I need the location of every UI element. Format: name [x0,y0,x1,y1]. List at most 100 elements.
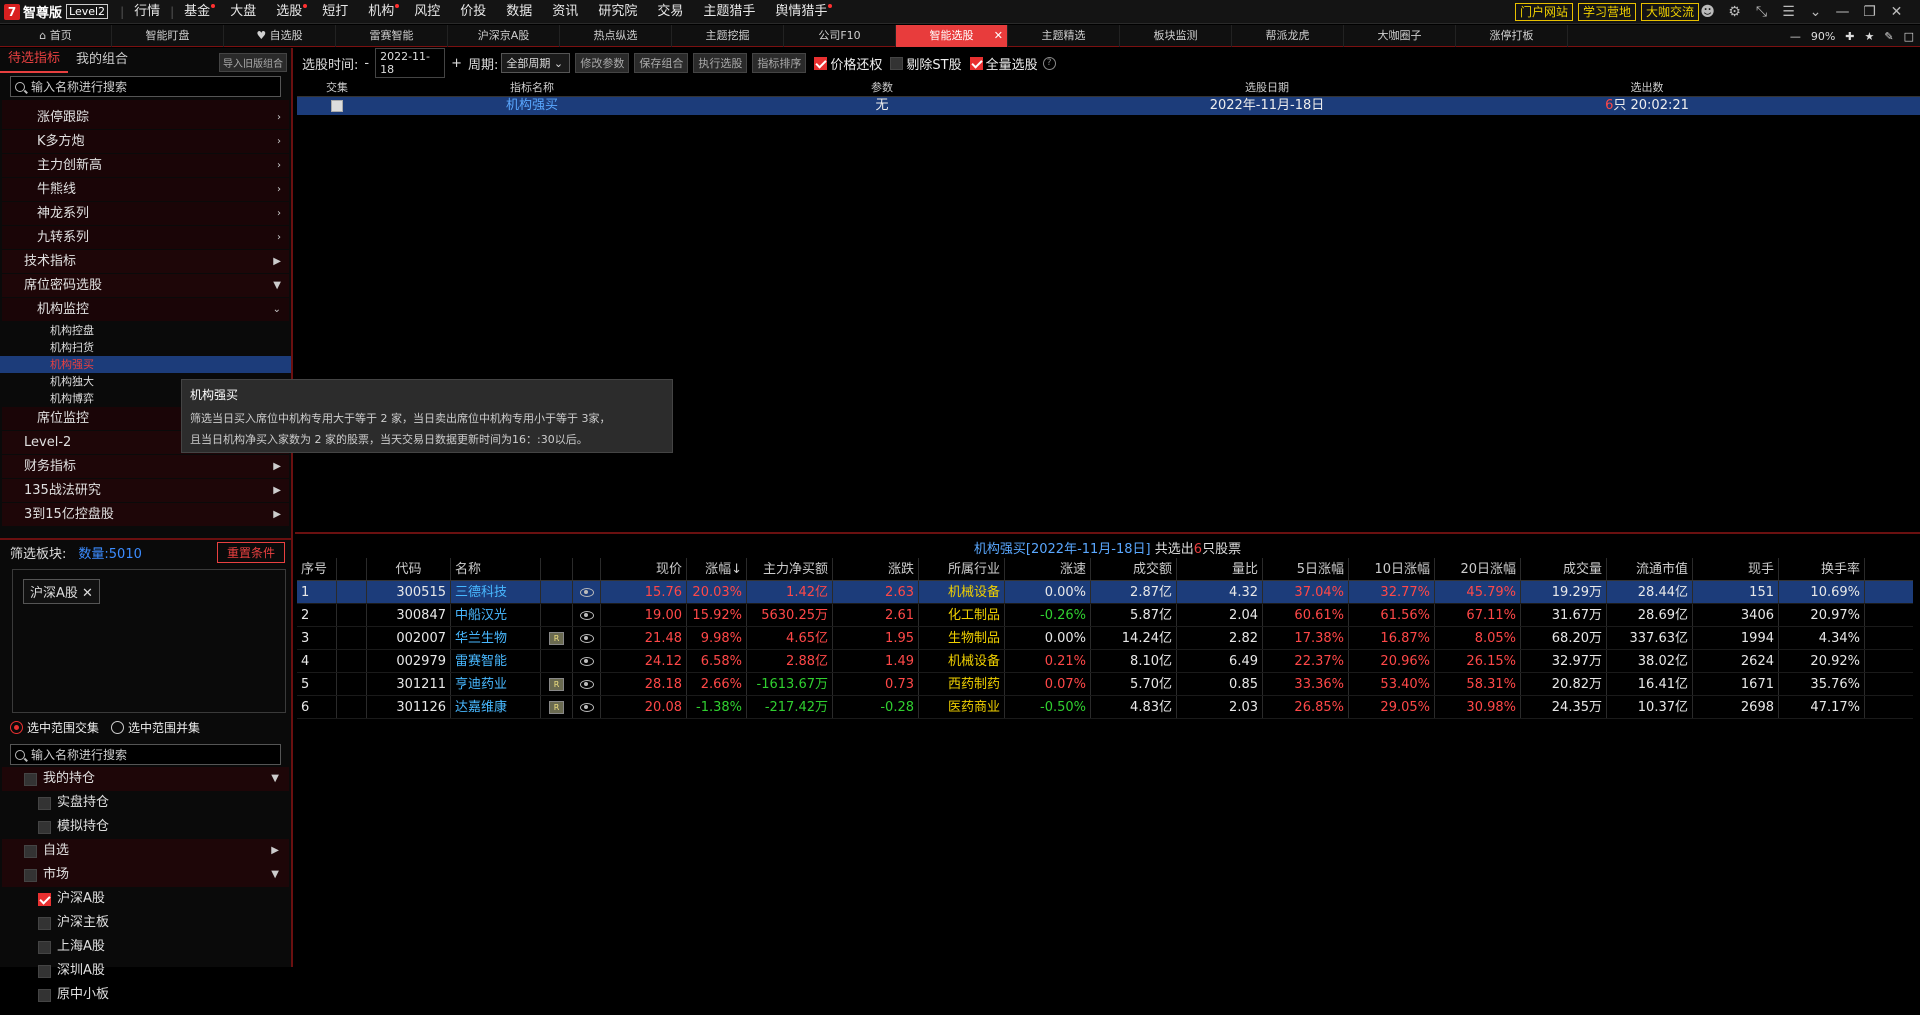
tab-item[interactable]: 涨停打板 [1456,25,1568,47]
pin-icon[interactable]: □ [1904,30,1914,43]
chip-close-icon[interactable]: ✕ [82,586,93,601]
column-header[interactable]: 主力净买额 [747,558,833,580]
user-icon[interactable]: ☻ [1694,4,1721,20]
table-row[interactable]: 1 300515 三德科技 15.76 20.03% 1.42亿 2.63 机械设备 0.00%… [297,581,1913,604]
menu-item[interactable]: 资讯 [542,0,588,24]
checkbox[interactable] [38,988,51,1002]
column-header[interactable]: 换手率 [1779,558,1865,580]
tab-item[interactable]: 智能盯盘 [112,25,224,47]
checkbox[interactable] [38,916,51,930]
shrink-icon[interactable]: ⤡ [1748,4,1775,20]
column-header[interactable]: 涨跌 [833,558,919,580]
column-header[interactable]: 流通市值 [1607,558,1693,580]
collapse-icon[interactable]: ⌄ [1802,4,1829,20]
edit-icon[interactable]: ✎ [1884,30,1893,43]
restore-icon[interactable]: ❐ [1856,4,1883,20]
table-row[interactable]: 5 301211 亨迪药业 R 28.18 2.66% -1613.67万 0.73 西药制药 0… [297,673,1913,696]
checkbox[interactable] [38,964,51,978]
cell-name[interactable]: 三德科技 [451,581,541,603]
close-icon[interactable]: ✕ [1883,4,1910,20]
tab-item[interactable]: 沪深京A股 [448,25,560,47]
menu-item[interactable]: 数据 [496,0,542,24]
tree-item-market[interactable]: 市场 ▼ [2,863,289,887]
column-header[interactable]: 名称 [451,558,541,580]
checkbox[interactable] [24,868,37,882]
indicator-search-input[interactable]: 输入名称进行搜索 [10,76,281,97]
app-logo[interactable]: 7 智尊版 Level2 [0,0,109,24]
exclude-st-checkbox[interactable]: 剔除ST股 [890,54,962,73]
menu-item[interactable]: 行情 [124,0,170,24]
table-row[interactable]: 3 002007 华兰生物 R 21.48 9.98% 4.65亿 1.95 生物制品 0.00%… [297,627,1913,650]
tree-item-sim-holdings[interactable]: 模拟持仓 [2,815,289,839]
menu-item[interactable]: 价投 [450,0,496,24]
tree-item[interactable]: 135战法研究 ▶ [2,479,289,503]
column-header[interactable]: 序号 [297,558,337,580]
modify-params-button[interactable]: 修改参数 [575,53,630,73]
tab-item[interactable]: 板块监测 [1120,25,1232,47]
tab-item[interactable]: 雷赛智能 [336,25,448,47]
tree-item-seat-code[interactable]: 席位密码选股 ▼ [2,274,289,298]
tab-item[interactable]: 热点纵选 [560,25,672,47]
menu-item[interactable]: 交易 [647,0,693,24]
date-minus-button[interactable]: - [364,56,369,71]
tab-item[interactable]: ♥ 自选股 [224,25,336,47]
indicator-name[interactable]: 机构强买 [377,97,687,115]
column-header[interactable] [337,558,367,580]
column-header[interactable]: 20日涨幅 [1435,558,1521,580]
intersection-checkbox[interactable] [331,100,343,112]
checkbox[interactable] [24,844,37,858]
menu-icon[interactable]: ☰ [1775,4,1802,20]
table-row[interactable]: 6 301126 达嘉维康 R 20.08 -1.38% -217.42万 -0.28 医药商业… [297,696,1913,719]
column-header[interactable]: 涨速 [1005,558,1091,580]
menu-item[interactable]: 风控 [404,0,450,24]
market-item[interactable]: 沪深A股 [2,887,289,911]
expert-link[interactable]: 大咖交流 [1641,3,1700,21]
tree-item-my-holdings[interactable]: 我的持仓 ▼ [2,767,289,791]
tab-item[interactable]: 主题挖掘 [672,25,784,47]
eye-icon[interactable] [579,657,594,666]
save-combo-button[interactable]: 保存组合 [634,53,689,73]
price-restore-checkbox[interactable]: 价格还权 [814,54,882,73]
sort-indicators-button[interactable]: 指标排序 [752,53,807,73]
tree-item[interactable]: 涨停跟踪 › [2,106,289,130]
learning-link[interactable]: 学习营地 [1578,3,1637,21]
date-input[interactable]: 2022-11-18 [375,48,446,78]
cell-name[interactable]: 华兰生物 [451,627,541,649]
column-header[interactable]: 5日涨幅 [1263,558,1349,580]
cell-name[interactable]: 中船汉光 [451,604,541,626]
tree-item[interactable]: 牛熊线 › [2,178,289,202]
tree-item[interactable]: 神龙系列 › [2,202,289,226]
menu-item[interactable]: 研究院 [588,0,647,24]
checkbox[interactable] [38,820,51,834]
tree-subitem[interactable]: 机构控盘 [0,322,291,339]
menu-item[interactable]: 大盘 [220,0,266,24]
column-header[interactable] [541,558,573,580]
minimize-icon[interactable]: — [1829,4,1856,20]
eye-icon[interactable] [579,611,594,620]
column-header[interactable]: 现手 [1693,558,1779,580]
table-row[interactable]: 4 002979 雷赛智能 24.12 6.58% 2.88亿 1.49 机械设备 0.21% 8… [297,650,1913,673]
column-header[interactable]: 10日涨幅 [1349,558,1435,580]
market-item[interactable]: 原中小板 [2,983,289,1007]
tree-subitem[interactable]: 机构强买 [0,356,291,373]
column-header[interactable]: 所属行业 [919,558,1005,580]
eye-icon[interactable] [579,634,594,643]
cell-code[interactable]: 300515 [367,581,451,603]
column-header[interactable]: 涨幅↓ [687,558,747,580]
radio-union[interactable]: 选中范围并集 [111,719,200,736]
cell-code[interactable]: 300847 [367,604,451,626]
zoom-in-icon[interactable]: ✚ [1845,30,1854,43]
menu-item[interactable]: 基金 [174,0,220,24]
run-selection-button[interactable]: 执行选股 [693,53,748,73]
column-header[interactable]: 成交额 [1091,558,1177,580]
tree-item-watchlist[interactable]: 自选 ▶ [2,839,289,863]
menu-item[interactable]: 选股 [266,0,312,24]
tab-item[interactable]: 公司F10 [784,25,896,47]
cell-name[interactable]: 雷赛智能 [451,650,541,672]
column-header[interactable] [573,558,601,580]
star-icon[interactable]: ★ [1865,30,1875,43]
cell-code[interactable]: 002979 [367,650,451,672]
board-search-input[interactable]: 输入名称进行搜索 [10,744,281,765]
tab-pending-indicators[interactable]: 待选指标 [0,47,69,73]
tree-item[interactable]: 九转系列 › [2,226,289,250]
